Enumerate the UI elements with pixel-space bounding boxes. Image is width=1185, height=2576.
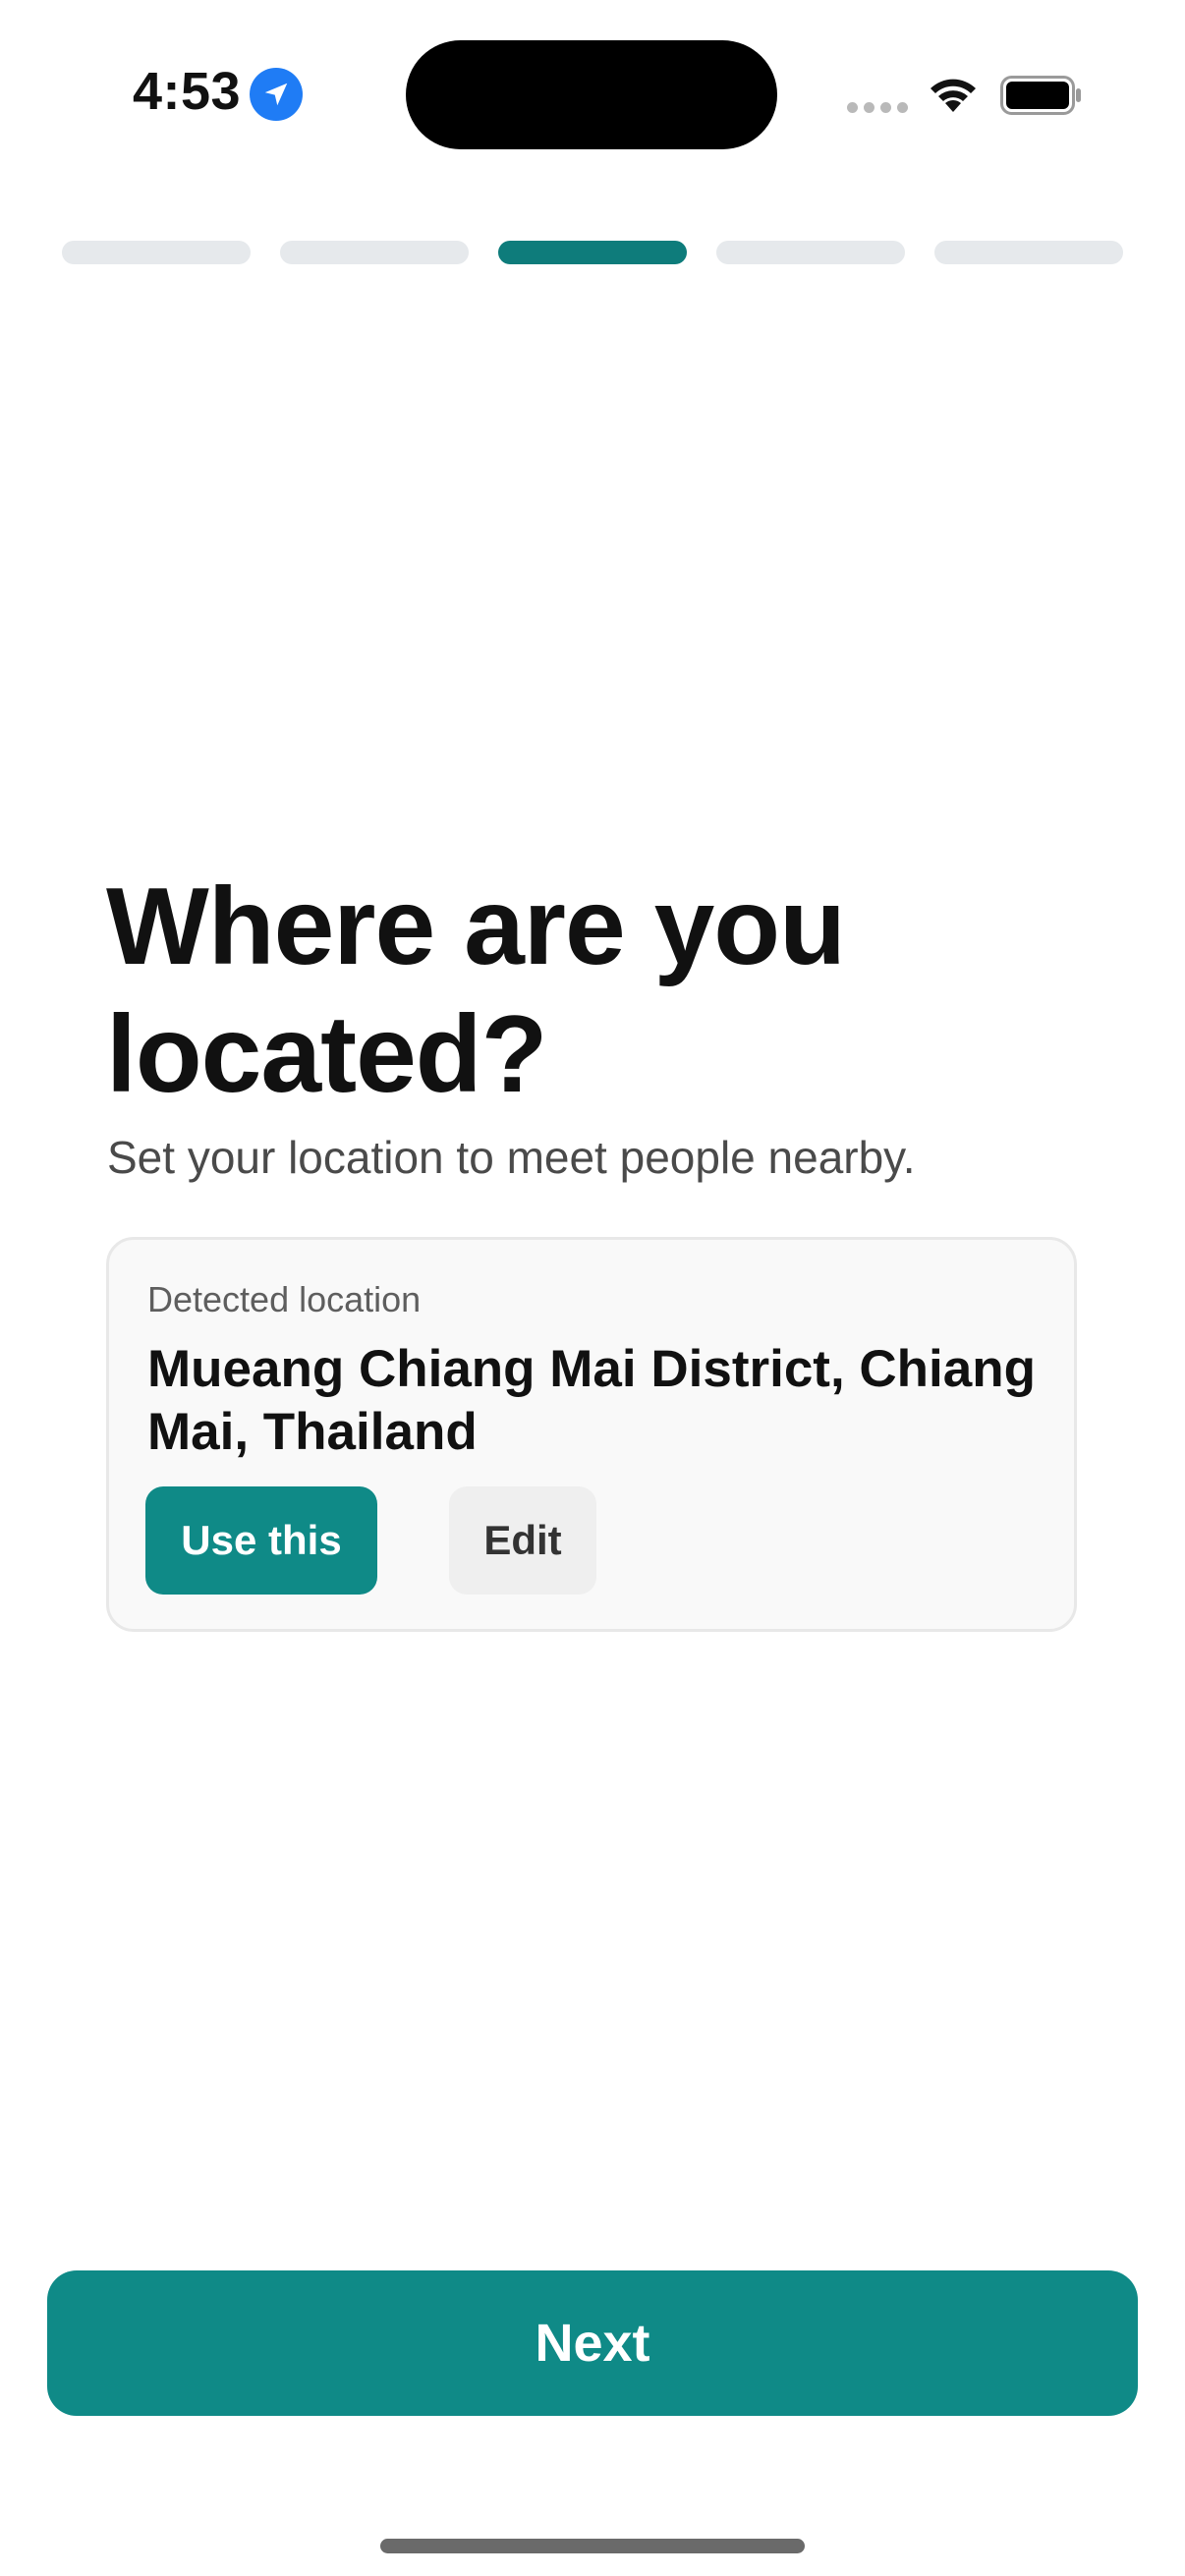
progress-step-4 [716,241,905,264]
wifi-icon [931,79,976,112]
progress-step-1 [62,241,251,264]
status-bar: 4:53 [0,0,1185,196]
progress-step-2 [280,241,469,264]
progress-step-5 [934,241,1123,264]
next-button[interactable]: Next [47,2270,1138,2416]
cellular-signal-icon [847,102,908,113]
detected-location-value: Mueang Chiang Mai District, Chiang Mai, … [147,1340,1037,1461]
battery-icon [1000,76,1081,115]
page-subtitle: Set your location to meet people nearby. [107,1132,916,1183]
progress-step-3-active [498,241,687,264]
onboarding-progress [62,241,1123,264]
page-title: Where are you located? [106,866,846,1115]
status-time: 4:53 [133,62,242,121]
home-indicator[interactable] [380,2539,805,2553]
use-this-button[interactable]: Use this [145,1486,377,1595]
dynamic-island [406,40,777,149]
edit-location-button[interactable]: Edit [449,1486,596,1595]
location-arrow-icon [250,68,303,121]
detected-location-label: Detected location [147,1279,422,1319]
detected-location-card: Detected location Mueang Chiang Mai Dist… [106,1237,1077,1632]
